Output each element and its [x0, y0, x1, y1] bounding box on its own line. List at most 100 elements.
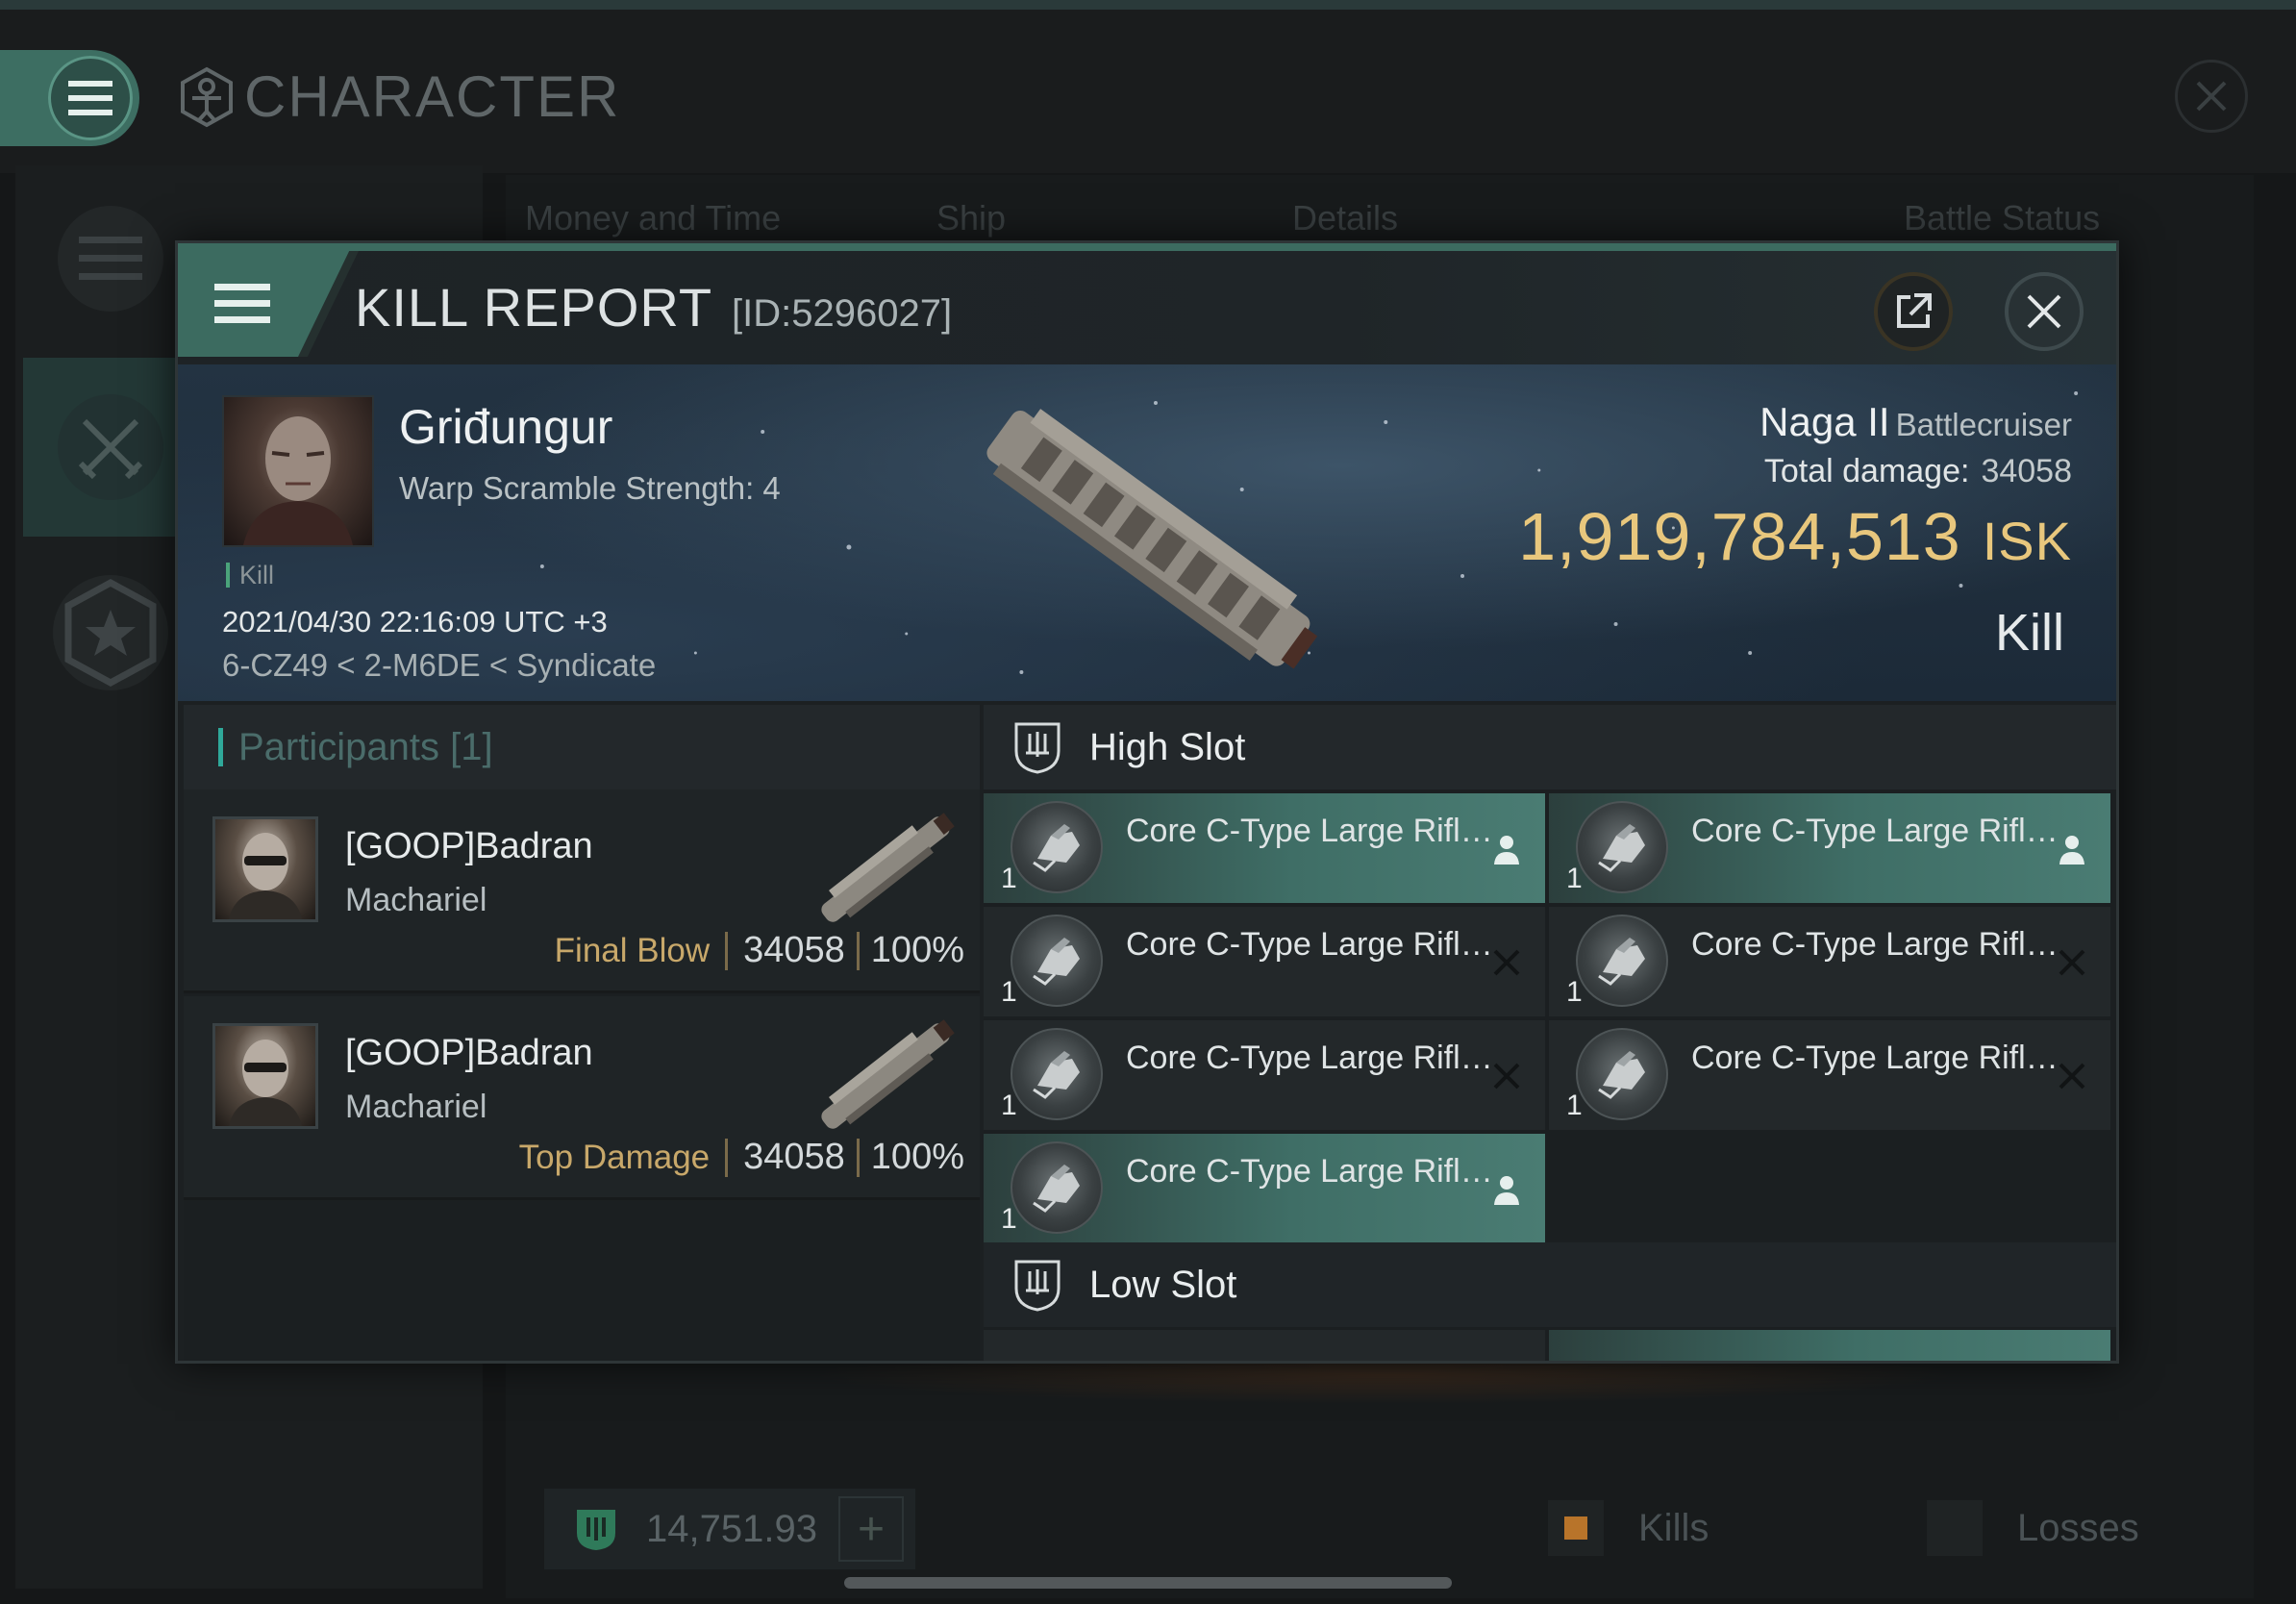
kill-tag: Kill — [226, 563, 274, 589]
kill-report-close-button[interactable] — [2005, 272, 2084, 351]
item-name: Core C-Type Large Rifled... — [1126, 1040, 1510, 1076]
losses-swatch — [1927, 1500, 1983, 1556]
external-link-icon — [1897, 293, 1932, 328]
participant-ship: Machariel — [345, 882, 487, 918]
high-slot-item[interactable]: 1 Core C-Type Large Rifled... — [984, 1020, 1545, 1130]
scrollbar[interactable] — [844, 1577, 1452, 1589]
participant-name[interactable]: [GOOP]Badran — [345, 1033, 593, 1074]
item-quantity: 1 — [1566, 863, 1583, 894]
participant-portrait[interactable] — [212, 816, 318, 922]
high-slot-title: High Slot — [1089, 725, 1246, 768]
tab-money-and-time[interactable]: Money and Time — [525, 198, 781, 238]
dropped-person-icon — [1487, 830, 1526, 868]
character-menu-button[interactable] — [0, 50, 139, 146]
participant-portrait[interactable] — [212, 1023, 318, 1129]
total-damage-label: Total damage: — [1763, 453, 1970, 489]
modal-accent-line — [178, 243, 2116, 251]
menu-icon — [214, 284, 270, 323]
turret-icon — [1011, 915, 1103, 1007]
sidebar-item-list[interactable] — [58, 206, 163, 312]
high-slot-item[interactable]: 1 Core C-Type Large Rifled... — [1549, 1020, 2110, 1130]
share-button[interactable] — [1874, 272, 1953, 351]
character-portrait-image — [243, 416, 353, 545]
tab-battle-status[interactable]: Battle Status — [1904, 198, 2100, 238]
participant-name[interactable]: [GOOP]Badran — [345, 826, 593, 867]
sidebar-item-combat[interactable] — [58, 394, 163, 500]
stat-separator — [856, 1138, 860, 1177]
list-icon — [79, 237, 142, 280]
high-slot-icon — [1014, 722, 1061, 774]
isk-unit: ISK — [1982, 511, 2072, 571]
ship-class: Battlecruiser — [1895, 407, 2072, 442]
participant-stats: Final Blow 34058 100% — [555, 930, 964, 971]
tab-ship[interactable]: Ship — [936, 198, 1006, 238]
character-title-text: CHARACTER — [244, 64, 621, 129]
low-slot-title: Low Slot — [1089, 1263, 1237, 1306]
high-slot-item[interactable]: 1 Core C-Type Large Rifled... — [1549, 907, 2110, 1016]
participants-title: Participants [1] — [238, 725, 493, 768]
turret-icon — [1011, 1028, 1103, 1120]
item-name: Core C-Type Large Rifled... — [1691, 1040, 2076, 1076]
legend-losses: Losses — [1927, 1500, 2139, 1556]
sidebar-item-favorites[interactable] — [53, 575, 168, 690]
crossed-swords-icon — [78, 418, 143, 480]
dropped-person-icon — [1487, 1170, 1526, 1209]
high-slot-item[interactable]: 1 Core C-Type Large Rifled... — [1549, 793, 2110, 903]
star-badge-icon — [64, 579, 157, 687]
total-damage: Total damage: 34058 — [1518, 453, 2072, 490]
close-icon — [2027, 294, 2061, 329]
item-quantity: 1 — [1566, 976, 1583, 1008]
victim-portrait[interactable] — [222, 395, 374, 547]
character-portrait-image — [229, 833, 302, 919]
kill-report-title: KILL REPORT [ID:5296027] — [355, 276, 952, 338]
character-close-button[interactable] — [2175, 60, 2248, 133]
isk-value: 1,919,784,513 ISK — [1518, 498, 2072, 575]
victim-ship-image[interactable] — [947, 384, 1351, 691]
item-quantity: 1 — [1001, 976, 1017, 1008]
battlecruiser-icon — [986, 409, 1318, 669]
low-slot-item[interactable] — [1549, 1330, 2110, 1361]
kill-report-modal: KILL REPORT [ID:5296027] Griđungur Warp … — [175, 240, 2119, 1364]
top-strip — [0, 0, 2296, 10]
participant-row[interactable]: [GOOP]Badran Machariel Final Blow 34058 … — [184, 789, 980, 993]
item-name: Core C-Type Large Rifled... — [1126, 926, 1510, 963]
participant-ship: Machariel — [345, 1089, 487, 1125]
participant-row[interactable]: [GOOP]Badran Machariel Top Damage 34058 … — [184, 996, 980, 1200]
kill-location[interactable]: 6-CZ49 < 2-M6DE < Syndicate — [222, 647, 656, 684]
item-name: Core C-Type Large Rifled... — [1126, 1153, 1510, 1190]
top-damage-label: Top Damage — [518, 1138, 711, 1176]
low-slot-icon — [1014, 1260, 1061, 1312]
victim-name[interactable]: Griđungur — [399, 399, 612, 455]
participant-percent: 100% — [870, 930, 964, 970]
kill-report-id: [ID:5296027] — [732, 292, 953, 335]
participants-accent-bar — [218, 728, 223, 766]
menu-icon — [48, 56, 133, 140]
stat-separator — [725, 931, 729, 970]
turret-icon — [1576, 801, 1668, 893]
character-title: CHARACTER — [175, 63, 620, 130]
isk-amount: 1,919,784,513 — [1518, 499, 1961, 574]
ship-name[interactable]: Naga II Battlecruiser — [1518, 399, 2072, 445]
turret-icon — [1011, 1141, 1103, 1234]
high-slot-item[interactable]: 1 Core C-Type Large Rifled... — [984, 793, 1545, 903]
victim-banner: Griđungur Warp Scramble Strength: 4 Kill… — [178, 364, 2116, 701]
final-blow-label: Final Blow — [554, 931, 711, 969]
turret-icon — [1576, 1028, 1668, 1120]
low-slot-item[interactable] — [984, 1330, 1545, 1361]
high-slot-item[interactable]: 1 Core C-Type Large Rifled... — [984, 907, 1545, 1016]
destroyed-x-icon — [2053, 1057, 2091, 1095]
participant-percent: 100% — [870, 1137, 964, 1177]
participant-damage: 34058 — [743, 930, 845, 970]
plus-icon: + — [857, 1503, 886, 1555]
destroyed-x-icon — [1487, 943, 1526, 982]
wallet-bar: 14,751.93 + — [544, 1489, 915, 1569]
fitting-panel: High Slot 1 Core C-Type Large Rifled... 1 C… — [984, 705, 2116, 1361]
high-slot-item[interactable]: 1 Core C-Type Large Rifled... — [984, 1134, 1545, 1243]
add-funds-button[interactable]: + — [838, 1496, 904, 1562]
dropped-person-icon — [2053, 830, 2091, 868]
kill-timestamp: 2021/04/30 22:16:09 UTC +3 — [222, 605, 608, 639]
close-icon — [2196, 81, 2227, 112]
battleship-icon — [821, 1019, 955, 1129]
total-damage-value: 34058 — [1981, 453, 2072, 489]
tab-details[interactable]: Details — [1292, 198, 1398, 238]
